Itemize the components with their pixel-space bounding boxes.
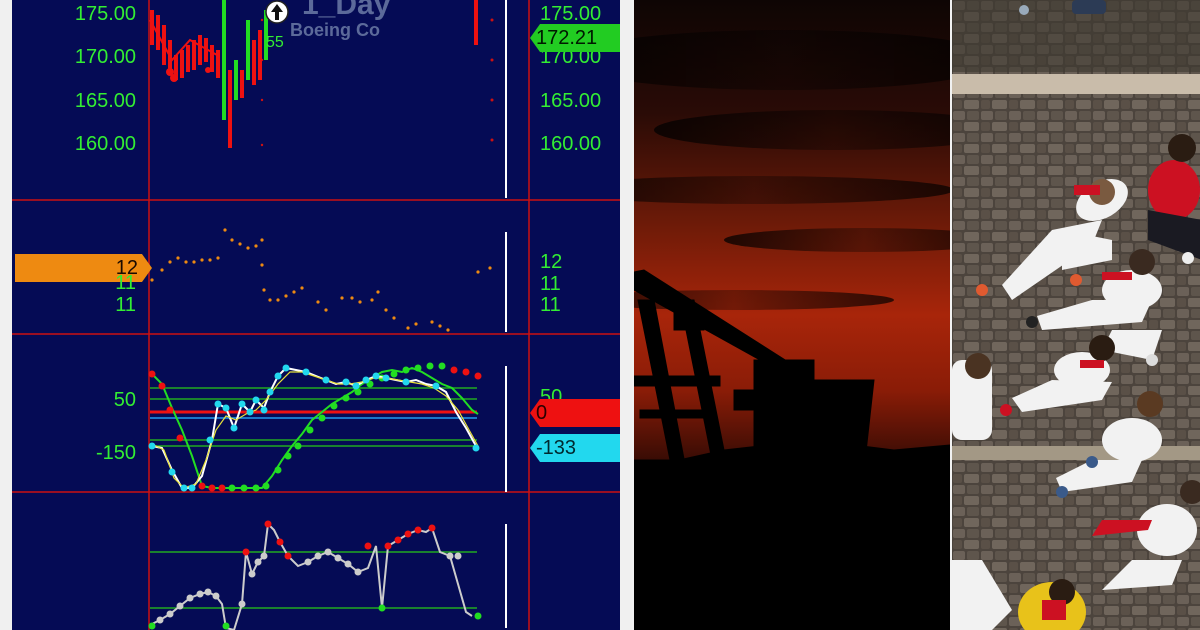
- oscillator-axis-left-neg150: -150: [95, 442, 136, 464]
- street-runners-photo-panel: [952, 0, 1200, 630]
- company-watermark: Boeing Co: [290, 20, 380, 40]
- curb-line-bottom: [952, 446, 1200, 460]
- buy-arrow-icon: [265, 0, 289, 24]
- price-axis-left-160: 160.00: [74, 133, 136, 155]
- street-runners-image: [952, 0, 1200, 630]
- trading-chart-panel: 1_Day Boeing Co 55 175.00 170.00 165.00 …: [0, 0, 632, 630]
- runner-figure: [952, 353, 992, 440]
- oscillator-axis-left-50: 50: [113, 389, 136, 411]
- indicator1-axis-right-11b: 11: [540, 294, 561, 316]
- indicator1-axis-right-12: 12: [540, 251, 563, 273]
- price-axis-left-165: 165.00: [74, 90, 136, 112]
- price-axis-left-175: 175.00: [74, 3, 136, 25]
- sunset-oil-pump-image: [634, 0, 950, 630]
- indicator1-dots: [150, 228, 492, 332]
- curb-line-top: [952, 74, 1200, 94]
- symbol-watermark: 1_Day: [302, 0, 391, 21]
- last-price-badge: 172.21: [530, 24, 620, 52]
- oscillator-value-badge: -133: [530, 434, 620, 462]
- sunset-photo-panel: [634, 0, 950, 630]
- indicator1-axis-left-11a: 11: [115, 272, 136, 294]
- price-axis-right-160: 160.00: [540, 133, 602, 155]
- indicator1-axis-right-11a: 11: [540, 273, 561, 295]
- chart-area[interactable]: 1_Day Boeing Co 55 175.00 170.00 165.00 …: [12, 0, 620, 630]
- price-axis-right-165: 165.00: [540, 90, 602, 112]
- oscillator-lines: [148, 362, 482, 492]
- oscillator-zero-badge: 0: [530, 399, 620, 427]
- indicator1-axis-left-11b: 11: [115, 294, 136, 316]
- price-axis-left-170: 170.00: [74, 46, 136, 68]
- price-marker-label: 55: [266, 34, 284, 51]
- price-axis-right-175: 175.00: [540, 3, 602, 25]
- bottom-indicator: [148, 520, 482, 630]
